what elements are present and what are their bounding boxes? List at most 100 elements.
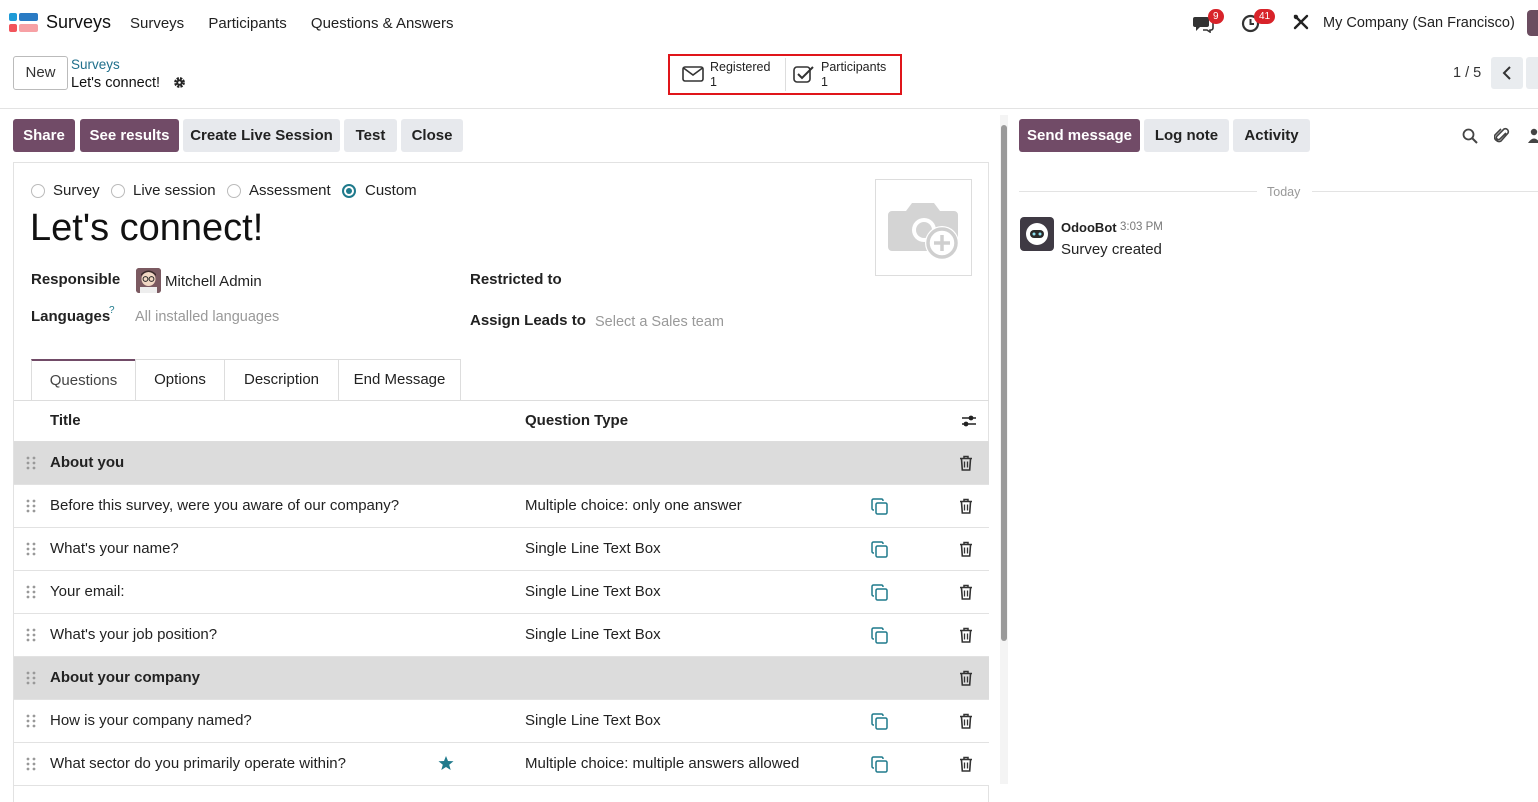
trash-icon[interactable]: [959, 713, 973, 729]
radio-custom-label[interactable]: Custom: [365, 182, 417, 199]
questions-table-header: Title Question Type: [14, 401, 989, 442]
tab-questions[interactable]: Questions: [31, 359, 136, 400]
avatar: [136, 268, 161, 293]
table-row[interactable]: Your email: Single Line Text Box: [14, 571, 989, 614]
log-note-button[interactable]: Log note: [1144, 119, 1229, 152]
trash-icon[interactable]: [959, 498, 973, 514]
row-title: What sector do you primarily operate wit…: [50, 755, 346, 772]
tools-icon[interactable]: [1292, 13, 1310, 31]
tab-description[interactable]: Description: [224, 359, 339, 400]
company-switcher[interactable]: My Company (San Francisco): [1323, 15, 1515, 31]
participants-label: Participants: [821, 60, 887, 74]
drag-handle-icon[interactable]: [26, 671, 36, 685]
star-icon[interactable]: [438, 755, 454, 771]
envelope-icon: [682, 66, 704, 82]
languages-label: Languages: [31, 308, 111, 325]
gear-icon[interactable]: [173, 76, 186, 89]
registered-stat-button[interactable]: Registered 1: [710, 60, 770, 90]
column-title-header[interactable]: Title: [50, 412, 81, 429]
drag-handle-icon[interactable]: [26, 585, 36, 599]
participants-stat-button[interactable]: Participants 1: [821, 60, 886, 90]
menu-item-surveys[interactable]: Surveys: [130, 15, 184, 32]
user-avatar[interactable]: [1527, 10, 1538, 36]
tab-options[interactable]: Options: [135, 359, 225, 400]
close-button[interactable]: Close: [401, 119, 463, 152]
create-live-session-button[interactable]: Create Live Session: [183, 119, 340, 152]
drag-handle-icon[interactable]: [26, 628, 36, 642]
radio-assessment-label[interactable]: Assessment: [249, 182, 331, 199]
message-timestamp: 3:03 PM: [1120, 221, 1163, 233]
survey-image-upload[interactable]: [875, 179, 972, 276]
activity-button[interactable]: Activity: [1233, 119, 1310, 152]
table-row[interactable]: Before this survey, were you aware of ou…: [14, 485, 989, 528]
followers-icon[interactable]: [1528, 128, 1538, 144]
responsible-value[interactable]: Mitchell Admin: [165, 273, 262, 290]
copy-icon[interactable]: [871, 627, 888, 644]
copy-icon[interactable]: [871, 498, 888, 515]
copy-icon[interactable]: [871, 584, 888, 601]
app-name[interactable]: Surveys: [46, 12, 111, 33]
trash-icon[interactable]: [959, 455, 973, 471]
pager-previous-button[interactable]: [1491, 57, 1523, 89]
survey-title-field[interactable]: Let's connect!: [30, 207, 263, 250]
app-logo-icon[interactable]: [9, 13, 38, 33]
radio-custom[interactable]: [342, 184, 356, 198]
row-title: Your email:: [50, 583, 125, 600]
registered-value: 1: [710, 75, 717, 89]
paperclip-icon[interactable]: [1494, 127, 1510, 145]
header-divider: [0, 108, 1538, 109]
odoobot-avatar-icon: [1026, 223, 1048, 245]
radio-survey[interactable]: [31, 184, 45, 198]
pager-value[interactable]: 1 / 5: [1453, 65, 1481, 81]
drag-handle-icon[interactable]: [26, 499, 36, 513]
date-divider-right: [1312, 191, 1538, 192]
drag-handle-icon[interactable]: [26, 714, 36, 728]
breadcrumb-parent-link[interactable]: Surveys: [71, 57, 120, 72]
section-row[interactable]: About you: [14, 442, 989, 485]
send-message-button[interactable]: Send message: [1019, 119, 1140, 152]
messages-badge: 9: [1208, 9, 1224, 24]
radio-assessment[interactable]: [227, 184, 241, 198]
pager-next-button[interactable]: [1526, 57, 1538, 89]
drag-handle-icon[interactable]: [26, 542, 36, 556]
menu-item-questions-answers[interactable]: Questions & Answers: [311, 15, 454, 32]
radio-survey-label[interactable]: Survey: [53, 182, 100, 199]
table-row[interactable]: What sector do you primarily operate wit…: [14, 743, 989, 786]
table-row[interactable]: How is your company named? Single Line Te…: [14, 700, 989, 743]
drag-handle-icon[interactable]: [26, 757, 36, 771]
radio-live-session-label[interactable]: Live session: [133, 182, 216, 199]
row-question-type: Multiple choice: only one answer: [525, 497, 742, 514]
menu-item-participants[interactable]: Participants: [208, 15, 286, 32]
languages-help-tooltip[interactable]: ?: [109, 305, 115, 316]
copy-icon[interactable]: [871, 541, 888, 558]
section-row[interactable]: About your company: [14, 657, 989, 700]
participants-value: 1: [821, 75, 828, 89]
table-row[interactable]: What's your job position? Single Line Tex…: [14, 614, 989, 657]
avatar: [1020, 217, 1054, 251]
form-scrollbar-thumb[interactable]: [1001, 125, 1007, 641]
date-divider-left: [1019, 191, 1257, 192]
test-button[interactable]: Test: [344, 119, 397, 152]
tab-end-message[interactable]: End Message: [338, 359, 461, 400]
copy-icon[interactable]: [871, 756, 888, 773]
search-icon[interactable]: [1462, 128, 1478, 144]
table-row[interactable]: What's your name? Single Line Text Box: [14, 528, 989, 571]
trash-icon[interactable]: [959, 670, 973, 686]
message-author[interactable]: OdooBot: [1061, 220, 1117, 235]
see-results-button[interactable]: See results: [80, 119, 179, 152]
share-button[interactable]: Share: [13, 119, 75, 152]
sales-team-input[interactable]: Select a Sales team: [595, 314, 724, 330]
row-title: Before this survey, were you aware of ou…: [50, 497, 400, 514]
trash-icon[interactable]: [959, 584, 973, 600]
copy-icon[interactable]: [871, 713, 888, 730]
trash-icon[interactable]: [959, 756, 973, 772]
column-question-type-header[interactable]: Question Type: [525, 412, 628, 429]
trash-icon[interactable]: [959, 627, 973, 643]
row-question-type: Single Line Text Box: [525, 540, 661, 557]
languages-input[interactable]: All installed languages: [135, 309, 279, 325]
radio-live-session[interactable]: [111, 184, 125, 198]
column-settings-icon[interactable]: [961, 414, 977, 428]
drag-handle-icon[interactable]: [26, 456, 36, 470]
trash-icon[interactable]: [959, 541, 973, 557]
new-button[interactable]: New: [13, 56, 68, 90]
